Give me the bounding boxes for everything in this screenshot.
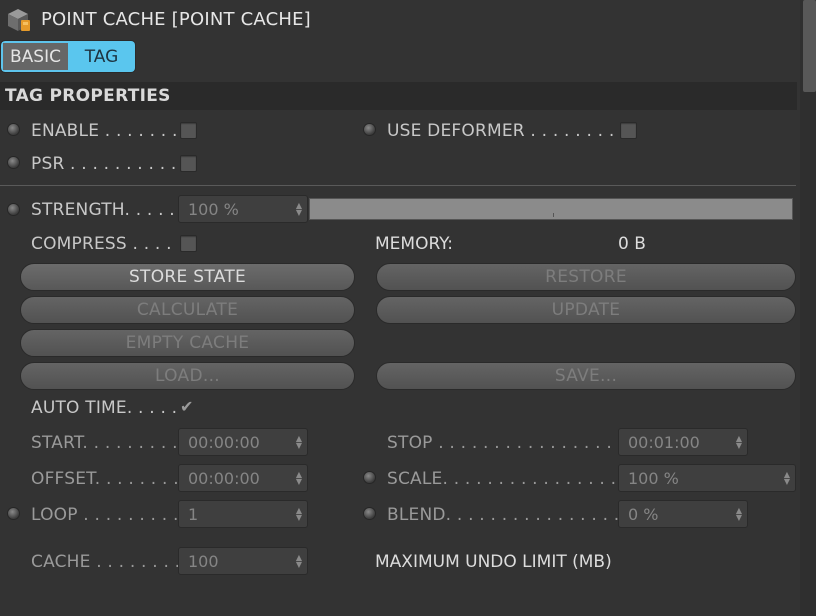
psr-label: PSR . . . . . . . . . . . [31,154,188,174]
start-field[interactable]: 00:00:00 ▲ ▼ [178,428,308,456]
memory-value: 0 B [618,234,646,254]
start-label: START. . . . . . . . . [31,433,178,453]
scale-animate-dot[interactable] [364,472,375,483]
strength-field[interactable]: 100 % ▲ ▼ [178,195,308,223]
spinner-arrows-icon[interactable]: ▲ ▼ [296,507,302,522]
restore-button[interactable]: RESTORE [376,263,796,291]
use-deformer-label: USE DEFORMER . . . . . . . . . [387,121,626,141]
loop-label: LOOP . . . . . . . . . [31,505,179,525]
enable-animate-dot[interactable] [8,124,19,135]
start-value: 00:00:00 [188,432,260,452]
auto-time-checkbox[interactable]: ✔ [180,399,193,415]
stop-value: 00:01:00 [628,432,700,452]
spinner-arrows-icon[interactable]: ▲ ▼ [784,471,790,486]
spinner-arrows-icon[interactable]: ▲ ▼ [296,435,302,450]
offset-value: 00:00:00 [188,468,260,488]
save-button[interactable]: SAVE... [376,362,796,390]
cache-label: CACHE . . . . . . . . [31,552,181,572]
divider [0,185,796,186]
auto-time-label: AUTO TIME. . . . . [31,398,178,418]
loop-field[interactable]: 1 ▲ ▼ [178,500,308,528]
scale-value: 100 % [628,468,679,488]
tab-basic-label: BASIC [3,43,68,70]
use-deformer-animate-dot[interactable] [364,124,375,135]
psr-animate-dot[interactable] [8,157,19,168]
tab-basic[interactable]: BASIC [1,41,68,72]
enable-checkbox[interactable] [180,122,197,139]
strength-slider[interactable] [309,198,793,220]
strength-label: STRENGTH. . . . . [31,200,175,220]
scrollbar-thumb[interactable] [803,0,816,92]
scale-label: SCALE. . . . . . . . . . . . . . . . . [387,469,628,489]
tab-bar: BASIC TAG [1,41,135,72]
loop-animate-dot[interactable] [8,508,19,519]
cache-field[interactable]: 100 ▲ ▼ [178,547,308,575]
max-undo-label: MAXIMUM UNDO LIMIT (MB) [375,552,612,572]
strength-value: 100 % [188,199,239,219]
strength-animate-dot[interactable] [8,204,19,215]
scale-field[interactable]: 100 % ▲ ▼ [618,464,796,492]
use-deformer-checkbox[interactable] [620,122,637,139]
section-title: TAG PROPERTIES [5,86,171,106]
psr-checkbox[interactable] [180,155,197,172]
calculate-button[interactable]: CALCULATE [20,296,355,324]
load-button[interactable]: LOAD... [20,362,355,390]
memory-label: MEMORY: [375,234,454,254]
offset-label: OFFSET. . . . . . . . [31,469,179,489]
panel-title: POINT CACHE [POINT CACHE] [41,9,311,30]
empty-cache-button[interactable]: EMPTY CACHE [20,329,355,357]
compress-label: COMPRESS . . . . [31,234,172,254]
cache-value: 100 [188,551,219,571]
spinner-arrows-icon[interactable]: ▲ ▼ [736,435,742,450]
spinner-arrows-icon[interactable]: ▲ ▼ [296,554,302,569]
offset-field[interactable]: 00:00:00 ▲ ▼ [178,464,308,492]
scrollbar-track[interactable] [800,0,816,616]
compress-checkbox[interactable] [180,235,197,252]
spinner-arrows-icon[interactable]: ▲ ▼ [296,202,302,217]
tab-tag[interactable]: TAG [68,41,135,72]
stop-field[interactable]: 00:01:00 ▲ ▼ [618,428,748,456]
spinner-arrows-icon[interactable]: ▲ ▼ [736,507,742,522]
loop-value: 1 [188,504,199,524]
blend-field[interactable]: 0 % ▲ ▼ [618,500,748,528]
blend-animate-dot[interactable] [364,508,375,519]
blend-label: BLEND. . . . . . . . . . . . . . . . . [387,505,631,525]
spinner-arrows-icon[interactable]: ▲ ▼ [296,471,302,486]
point-cache-icon [8,9,30,31]
blend-value: 0 % [628,504,659,524]
enable-label: ENABLE . . . . . . . . [31,121,189,141]
stop-label: STOP . . . . . . . . . . . . . . . . . [387,433,624,453]
update-button[interactable]: UPDATE [376,296,796,324]
store-state-button[interactable]: STORE STATE [20,263,355,291]
